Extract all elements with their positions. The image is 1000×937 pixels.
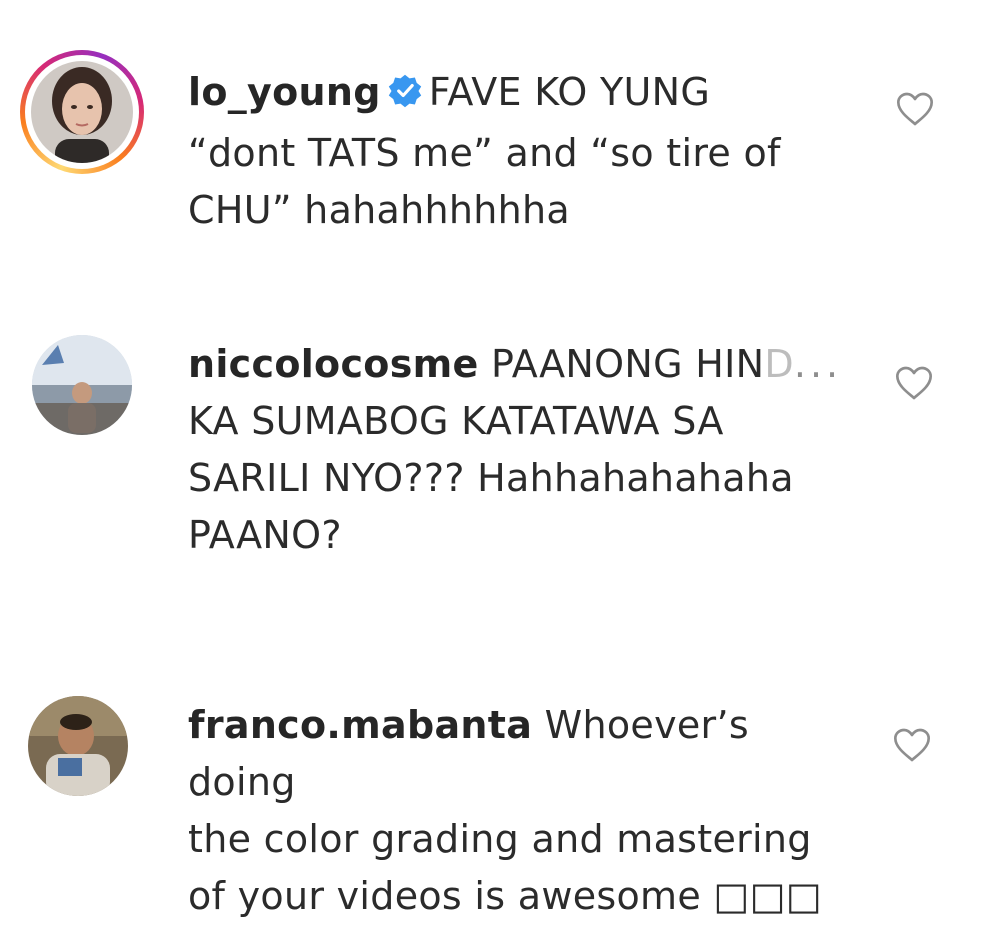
comment-line-faded: D [764, 342, 794, 386]
comment-username[interactable]: niccolocosme [188, 342, 479, 386]
avatar[interactable] [28, 696, 128, 796]
comment-line: of your videos is awesome □□□ [188, 874, 823, 918]
verified-badge-icon [387, 68, 423, 125]
comment-line: “dont TATS me” and “so tire of [188, 131, 781, 175]
comment-username[interactable]: lo_young [188, 70, 381, 114]
comment-body: lo_young FAVE KO YUNG “dont TATS me” and … [188, 64, 808, 239]
comment-line: the color grading and mastering [188, 817, 812, 861]
comment-body: franco.mabanta Whoever’s doing the color… [188, 697, 868, 925]
comment-username[interactable]: franco.mabanta [188, 703, 532, 747]
comment-line: KA SUMABOG KATATAWA SA [188, 399, 724, 443]
heart-icon[interactable] [892, 726, 932, 768]
heart-icon[interactable] [894, 364, 934, 406]
comment-body: niccolocosme PAANONG HIND... KA SUMABOG … [188, 336, 878, 564]
story-ring[interactable] [20, 50, 144, 174]
avatar[interactable] [31, 61, 133, 163]
comment-line: PAANO? [188, 513, 342, 557]
comment-line: CHU” hahahhhhhha [188, 188, 571, 232]
comment-line: SARILI NYO??? Hahhahahahaha [188, 456, 794, 500]
more-button[interactable]: ... [794, 342, 842, 386]
comment-line: FAVE KO YUNG [428, 70, 711, 114]
avatar[interactable] [32, 335, 132, 435]
heart-icon[interactable] [895, 90, 935, 132]
comment-line: PAANONG HIN [490, 342, 765, 386]
